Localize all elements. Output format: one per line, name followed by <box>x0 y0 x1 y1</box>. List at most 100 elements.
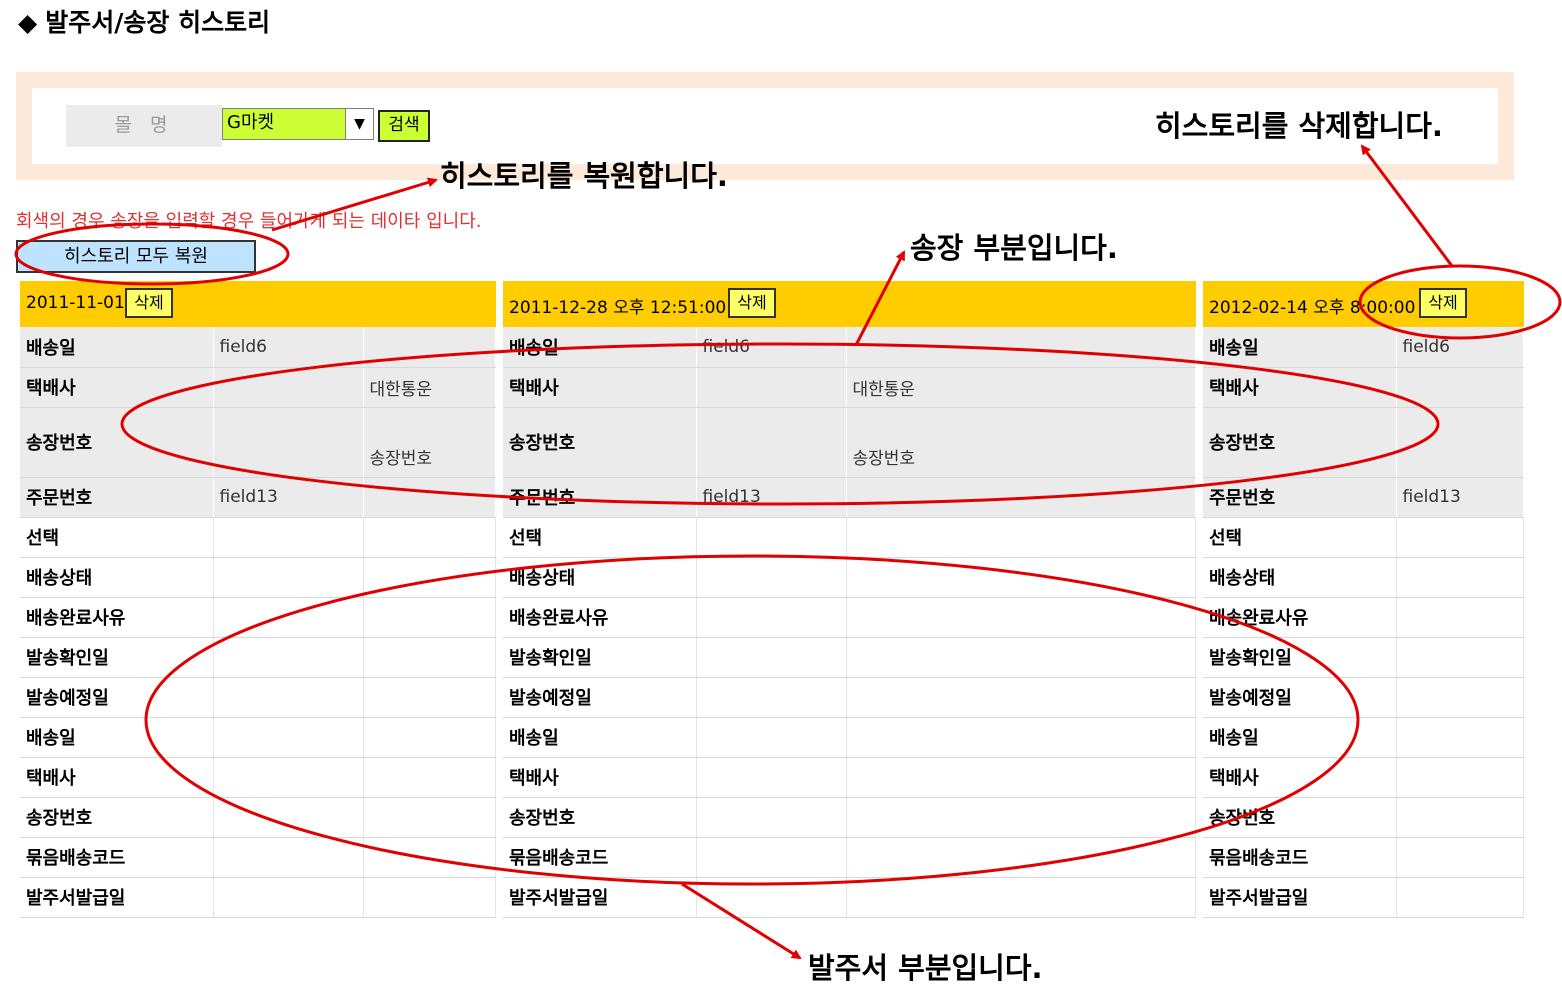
search-button[interactable]: 검색 <box>378 110 430 142</box>
table-row: 송장번호 <box>1203 797 1524 838</box>
table-row: 택배사 <box>503 757 1196 798</box>
table-row: 선택 <box>1203 517 1524 558</box>
row-key: 배송일 <box>1203 327 1397 368</box>
table-row: 송장번호 송장번호 <box>503 407 1196 478</box>
table-row: 주문번호 field13 <box>503 477 1196 518</box>
history-column-1: 2011-11-01 삭제 배송일 field6 택배사 대한통운 송장번호 송… <box>20 281 496 918</box>
table-row: 발주서발급일 <box>503 877 1196 918</box>
row-key: 선택 <box>503 517 697 558</box>
delete-annotation: 히스토리를 삭제합니다. <box>1155 109 1443 143</box>
history-column-2: 2011-12-28 오후 12:51:00 삭제 배송일 field6 택배사… <box>503 281 1196 918</box>
history-header: 2012-02-14 오후 8:00:00 삭제 <box>1203 281 1524 327</box>
history-date: 2011-12-28 오후 12:51:00 <box>509 298 727 318</box>
row-key: 발송확인일 <box>20 637 214 678</box>
row-key: 배송완료사유 <box>503 597 697 638</box>
row-extra: 송장번호 <box>846 407 1196 478</box>
chevron-down-icon[interactable]: ▼ <box>345 109 373 139</box>
row-value <box>1396 367 1524 408</box>
table-row: 배송일 field6 <box>1203 327 1524 368</box>
order-part-annotation: 발주서 부분입니다. <box>808 951 1043 985</box>
mall-name-label: 몰 명 <box>66 105 222 147</box>
row-key: 배송상태 <box>503 557 697 598</box>
row-extra: 송장번호 <box>363 407 496 478</box>
table-row: 묶음배송코드 <box>503 837 1196 878</box>
table-row: 주문번호 field13 <box>20 477 496 518</box>
row-key: 송장번호 <box>1203 407 1397 478</box>
restore-all-button[interactable]: 히스토리 모두 복원 <box>16 240 256 273</box>
table-row: 택배사 대한통운 <box>20 367 496 408</box>
row-key: 택배사 <box>20 757 214 798</box>
diamond-icon: ◆ <box>18 8 38 37</box>
row-key: 택배사 <box>1203 757 1397 798</box>
table-row: 묶음배송코드 <box>1203 837 1524 878</box>
row-value: field6 <box>1396 327 1524 368</box>
row-value <box>696 367 847 408</box>
row-extra: 대한통운 <box>363 367 496 408</box>
mall-select[interactable]: G마켓 ▼ <box>222 108 374 140</box>
history-header: 2011-12-28 오후 12:51:00 삭제 <box>503 281 1196 327</box>
table-row: 송장번호 송장번호 <box>20 407 496 478</box>
row-key: 발송예정일 <box>20 677 214 718</box>
row-value: field13 <box>213 477 364 518</box>
row-key: 배송상태 <box>1203 557 1397 598</box>
table-row: 묶음배송코드 <box>20 837 496 878</box>
table-row: 택배사 <box>20 757 496 798</box>
row-key: 선택 <box>1203 517 1397 558</box>
row-key: 주문번호 <box>503 477 697 518</box>
row-extra <box>363 477 496 518</box>
row-key: 택배사 <box>503 757 697 798</box>
table-row: 주문번호 field13 <box>1203 477 1524 518</box>
row-key: 발주서발급일 <box>20 877 214 918</box>
row-key: 발송예정일 <box>503 677 697 718</box>
table-row: 발송예정일 <box>1203 677 1524 718</box>
row-key: 묶음배송코드 <box>20 837 214 878</box>
history-column-3: 2012-02-14 오후 8:00:00 삭제 배송일 field6 택배사 … <box>1203 281 1524 918</box>
row-key: 택배사 <box>20 367 214 408</box>
row-value: field6 <box>213 327 364 368</box>
row-key: 송장번호 <box>20 407 214 478</box>
row-key: 배송상태 <box>20 557 214 598</box>
row-key: 송장번호 <box>20 797 214 838</box>
row-extra: 대한통운 <box>846 367 1196 408</box>
table-row: 택배사 <box>1203 757 1524 798</box>
restore-annotation: 히스토리를 복원합니다. <box>440 159 728 193</box>
table-row: 송장번호 <box>20 797 496 838</box>
row-value <box>696 407 847 478</box>
row-key: 주문번호 <box>20 477 214 518</box>
notice-text: 회색의 경우 송장을 입력할 경우 들어가게 되는 데이타 입니다. <box>16 211 482 232</box>
table-row: 배송상태 <box>20 557 496 598</box>
history-table: 배송일 field6 택배사 대한통운 송장번호 송장번호 주문번호 field… <box>20 327 496 918</box>
delete-history-button[interactable]: 삭제 <box>125 288 173 318</box>
table-row: 선택 <box>503 517 1196 558</box>
row-value <box>213 367 364 408</box>
row-key: 묶음배송코드 <box>1203 837 1397 878</box>
row-key: 송장번호 <box>503 407 697 478</box>
table-row: 배송일 <box>1203 717 1524 758</box>
delete-history-button[interactable]: 삭제 <box>728 288 776 318</box>
row-key: 배송일 <box>503 327 697 368</box>
row-key: 택배사 <box>1203 367 1397 408</box>
table-row: 송장번호 <box>503 797 1196 838</box>
row-key: 주문번호 <box>1203 477 1397 518</box>
table-row: 발송확인일 <box>503 637 1196 678</box>
page-title: ◆ 발주서/송장 히스토리 <box>18 6 270 40</box>
row-key: 배송일 <box>20 327 214 368</box>
row-key: 발송확인일 <box>1203 637 1397 678</box>
row-key: 묶음배송코드 <box>503 837 697 878</box>
table-row: 송장번호 <box>1203 407 1524 478</box>
history-table: 배송일 field6 택배사 송장번호 주문번호 field13 선택 배송상태… <box>1203 327 1524 918</box>
row-key: 배송일 <box>503 717 697 758</box>
row-key: 배송일 <box>20 717 214 758</box>
history-header: 2011-11-01 삭제 <box>20 281 496 327</box>
row-key: 발송확인일 <box>503 637 697 678</box>
delete-history-button[interactable]: 삭제 <box>1419 288 1467 318</box>
row-value: field13 <box>1396 477 1524 518</box>
table-row: 배송완료사유 <box>1203 597 1524 638</box>
invoice-part-annotation: 송장 부분입니다. <box>910 231 1118 265</box>
table-row: 배송일 field6 <box>20 327 496 368</box>
page-title-text: 발주서/송장 히스토리 <box>45 8 271 37</box>
table-row: 배송완료사유 <box>503 597 1196 638</box>
history-date: 2012-02-14 오후 8:00:00 <box>1209 298 1416 318</box>
table-row: 발주서발급일 <box>1203 877 1524 918</box>
row-key: 배송일 <box>1203 717 1397 758</box>
